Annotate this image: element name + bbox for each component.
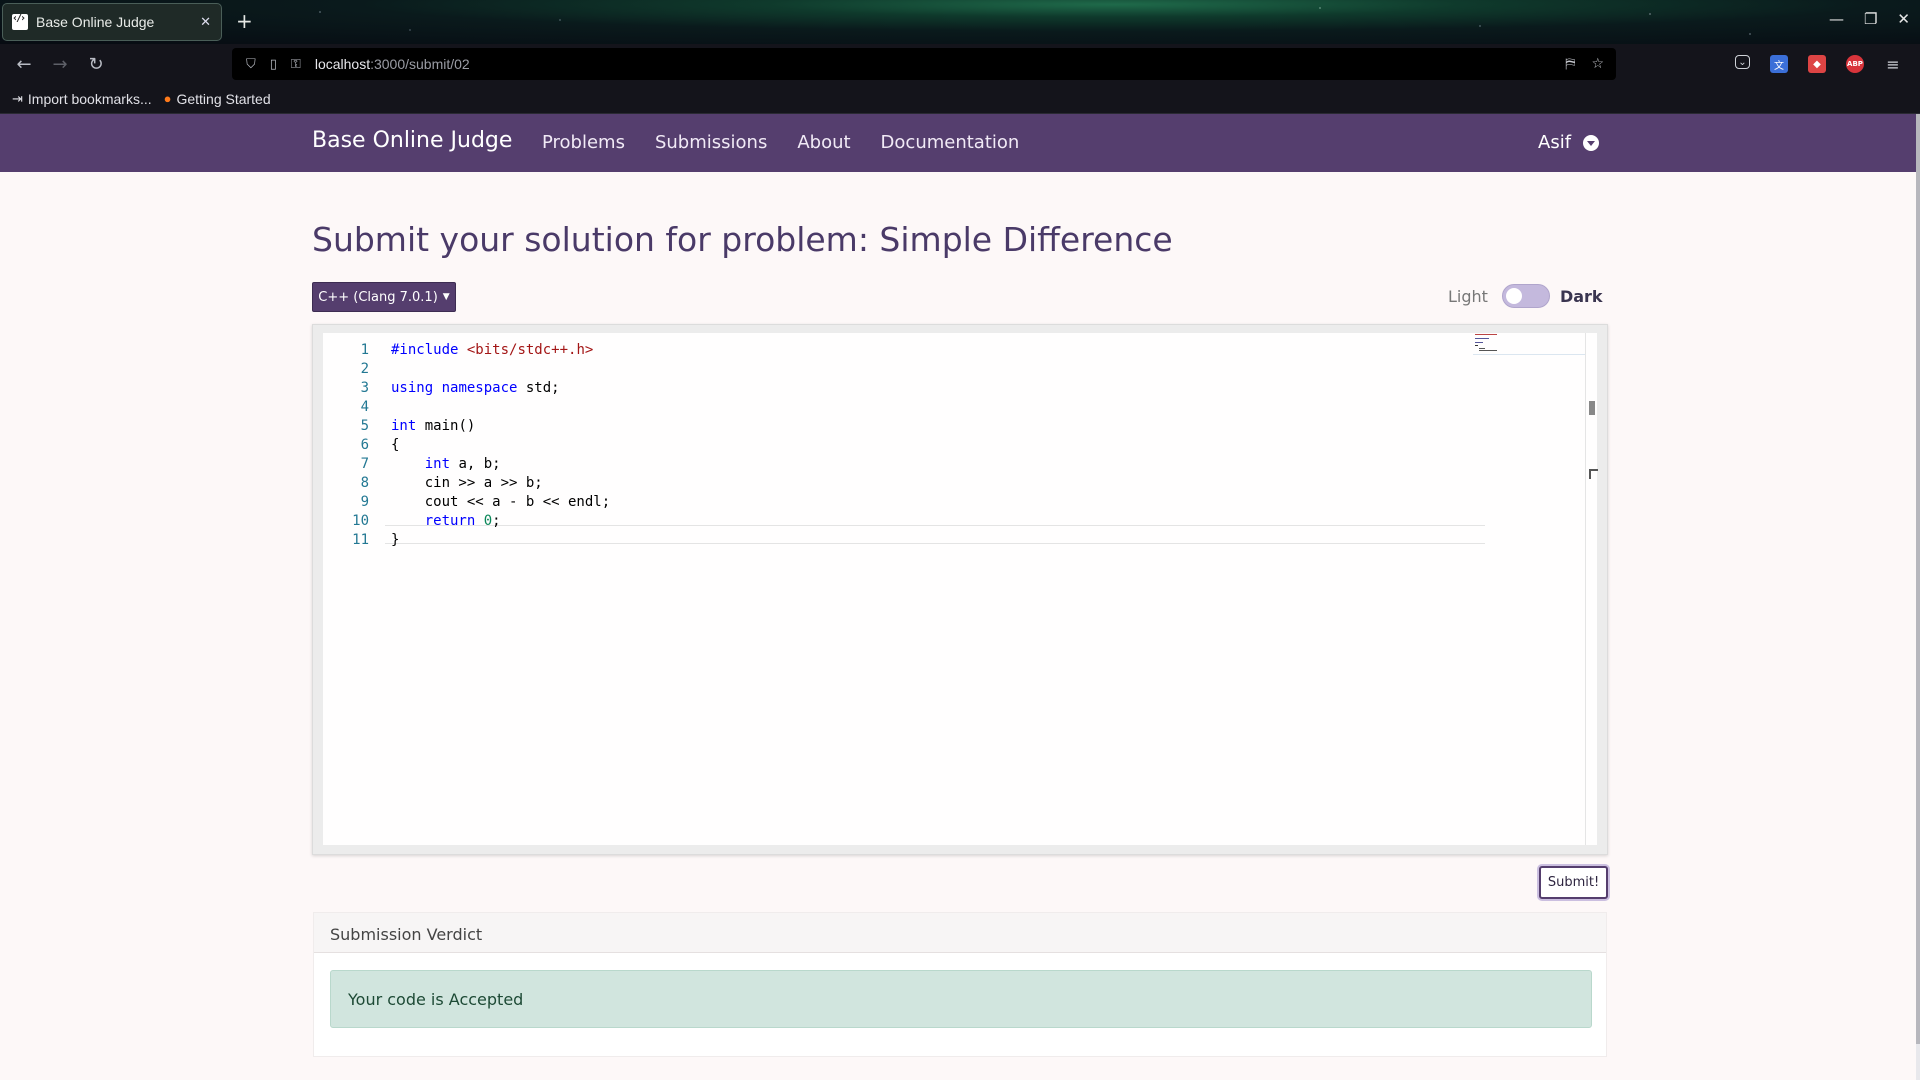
new-tab-icon[interactable]: + bbox=[236, 9, 253, 33]
key-icon[interactable]: ⚿ bbox=[291, 57, 301, 72]
bookmark-getting-started[interactable]: ● Getting Started bbox=[164, 91, 271, 107]
code-line[interactable]: return 0; bbox=[391, 512, 610, 531]
line-number: 8 bbox=[360, 475, 369, 491]
nav-link-about[interactable]: About bbox=[797, 132, 850, 153]
code-line[interactable]: int a, b; bbox=[391, 455, 610, 474]
menu-icon[interactable]: ≡ bbox=[1884, 55, 1902, 74]
code-line[interactable]: } bbox=[391, 531, 610, 550]
url-host: localhost bbox=[314, 56, 371, 72]
verdict-alert: Your code is Accepted bbox=[330, 970, 1592, 1028]
cursor-marker-stem bbox=[1589, 469, 1591, 479]
reload-icon[interactable]: ↻ bbox=[78, 54, 114, 75]
url-path: :3000/submit/02 bbox=[370, 56, 470, 72]
line-number: 4 bbox=[360, 399, 369, 415]
verdict-card: Submission Verdict Your code is Accepted bbox=[313, 912, 1607, 1057]
user-name: Asif bbox=[1538, 132, 1572, 153]
code-line[interactable] bbox=[391, 398, 610, 417]
nav-link-submissions[interactable]: Submissions bbox=[655, 132, 767, 153]
close-tab-icon[interactable]: ✕ bbox=[200, 15, 211, 30]
restore-icon[interactable]: ❐ bbox=[1864, 10, 1877, 28]
theme-toggle: Light Dark bbox=[1448, 284, 1603, 308]
import-icon: ⇥ bbox=[12, 90, 23, 106]
theme-switch[interactable] bbox=[1501, 284, 1550, 308]
bookmarks-bar: ⇥ Import bookmarks... ● Getting Started bbox=[0, 84, 1920, 114]
line-number: 10 bbox=[352, 513, 369, 529]
page-scroll-thumb[interactable] bbox=[1916, 114, 1920, 1044]
language-dropdown[interactable]: C++ (Clang 7.0.1) ▼ bbox=[312, 282, 456, 312]
theme-light-label: Light bbox=[1448, 286, 1488, 306]
line-number-gutter: 1 2 3 4 5 6 7 8 9 10 11 bbox=[323, 341, 375, 550]
line-number: 11 bbox=[352, 532, 369, 548]
code-line[interactable]: cout << a - b << endl; bbox=[391, 493, 610, 512]
tab-title: Base Online Judge bbox=[36, 14, 155, 30]
theme-dark-label: Dark bbox=[1559, 286, 1603, 306]
back-icon[interactable]: ← bbox=[6, 54, 42, 75]
site-favicon-icon bbox=[12, 13, 28, 30]
pocket-icon[interactable]: ⌄ bbox=[1735, 55, 1750, 69]
editor-scroll-thumb[interactable] bbox=[1589, 401, 1595, 415]
browser-tab[interactable]: Base Online Judge ✕ bbox=[2, 3, 222, 41]
extension-icon[interactable]: ◆ bbox=[1808, 55, 1826, 73]
translate-icon[interactable]: 文 bbox=[1770, 55, 1788, 73]
browser-toolbar: ← → ↻ ⛉ ▯ ⚿ localhost:3000/submit/02 ⛿ ☆… bbox=[0, 44, 1920, 84]
page-icon: ▯ bbox=[269, 56, 277, 72]
line-number: 6 bbox=[360, 437, 369, 453]
code-editor[interactable]: 1 2 3 4 5 6 7 8 9 10 11 #include <bits/stdc++.h> us… bbox=[323, 333, 1598, 845]
adblock-icon[interactable]: ABP bbox=[1846, 55, 1864, 73]
line-number: 5 bbox=[360, 418, 369, 434]
address-bar[interactable]: ⛉ ▯ ⚿ localhost:3000/submit/02 ⛿ ☆ bbox=[232, 48, 1616, 80]
line-number: 1 bbox=[360, 342, 369, 358]
forward-icon[interactable]: → bbox=[42, 54, 78, 75]
firefox-icon: ● bbox=[163, 91, 172, 106]
url-text[interactable]: localhost:3000/submit/02 bbox=[315, 56, 470, 72]
verdict-header: Submission Verdict bbox=[314, 913, 1606, 953]
switch-knob bbox=[1505, 288, 1522, 304]
brand-logo[interactable]: Base Online Judge bbox=[312, 128, 512, 153]
page-title: Submit your solution for problem: Simple… bbox=[312, 220, 1173, 259]
translate-page-icon[interactable]: ⛿ bbox=[1565, 56, 1575, 72]
line-number: 9 bbox=[360, 494, 369, 510]
language-label: C++ (Clang 7.0.1) bbox=[318, 289, 438, 305]
line-number: 7 bbox=[360, 456, 369, 472]
code-line[interactable]: int main() bbox=[391, 417, 610, 436]
code-line[interactable]: using namespace std; bbox=[391, 379, 610, 398]
minimap[interactable] bbox=[1473, 333, 1585, 355]
line-number: 2 bbox=[360, 361, 369, 377]
app-navbar: Base Online Judge Problems Submissions A… bbox=[0, 114, 1920, 172]
bookmark-star-icon[interactable]: ☆ bbox=[1591, 56, 1604, 72]
code-content[interactable]: #include <bits/stdc++.h> using namespace … bbox=[391, 341, 610, 550]
editor-scrollbar[interactable] bbox=[1585, 333, 1598, 845]
browser-tab-strip: Base Online Judge ✕ + — ❐ ✕ bbox=[0, 0, 1920, 44]
shield-icon[interactable]: ⛉ bbox=[246, 57, 256, 72]
nav-link-documentation[interactable]: Documentation bbox=[881, 132, 1020, 153]
extensions-area: ⌄ 文 ◆ ABP ≡ bbox=[1735, 55, 1902, 74]
user-menu[interactable]: Asif bbox=[1538, 132, 1600, 153]
page-scrollbar[interactable] bbox=[1916, 114, 1920, 1080]
code-line[interactable] bbox=[391, 360, 610, 379]
window-controls: — ❐ ✕ bbox=[1829, 10, 1910, 28]
bookmark-import[interactable]: ⇥ Import bookmarks... bbox=[12, 91, 152, 107]
close-window-icon[interactable]: ✕ bbox=[1897, 10, 1910, 28]
code-line[interactable]: { bbox=[391, 436, 610, 455]
bookmark-label: Import bookmarks... bbox=[27, 90, 152, 107]
code-line[interactable]: #include <bits/stdc++.h> bbox=[391, 341, 610, 360]
minimize-icon[interactable]: — bbox=[1829, 10, 1844, 28]
nav-link-problems[interactable]: Problems bbox=[542, 132, 625, 153]
line-number: 3 bbox=[360, 380, 369, 396]
code-line[interactable]: cin >> a >> b; bbox=[391, 474, 610, 493]
submit-button[interactable]: Submit! bbox=[1539, 866, 1608, 899]
chevron-down-icon bbox=[1583, 134, 1600, 151]
bookmark-label: Getting Started bbox=[176, 90, 271, 107]
code-editor-frame: 1 2 3 4 5 6 7 8 9 10 11 #include <bits/stdc++.h> us… bbox=[312, 324, 1608, 855]
caret-down-icon: ▼ bbox=[442, 292, 450, 302]
